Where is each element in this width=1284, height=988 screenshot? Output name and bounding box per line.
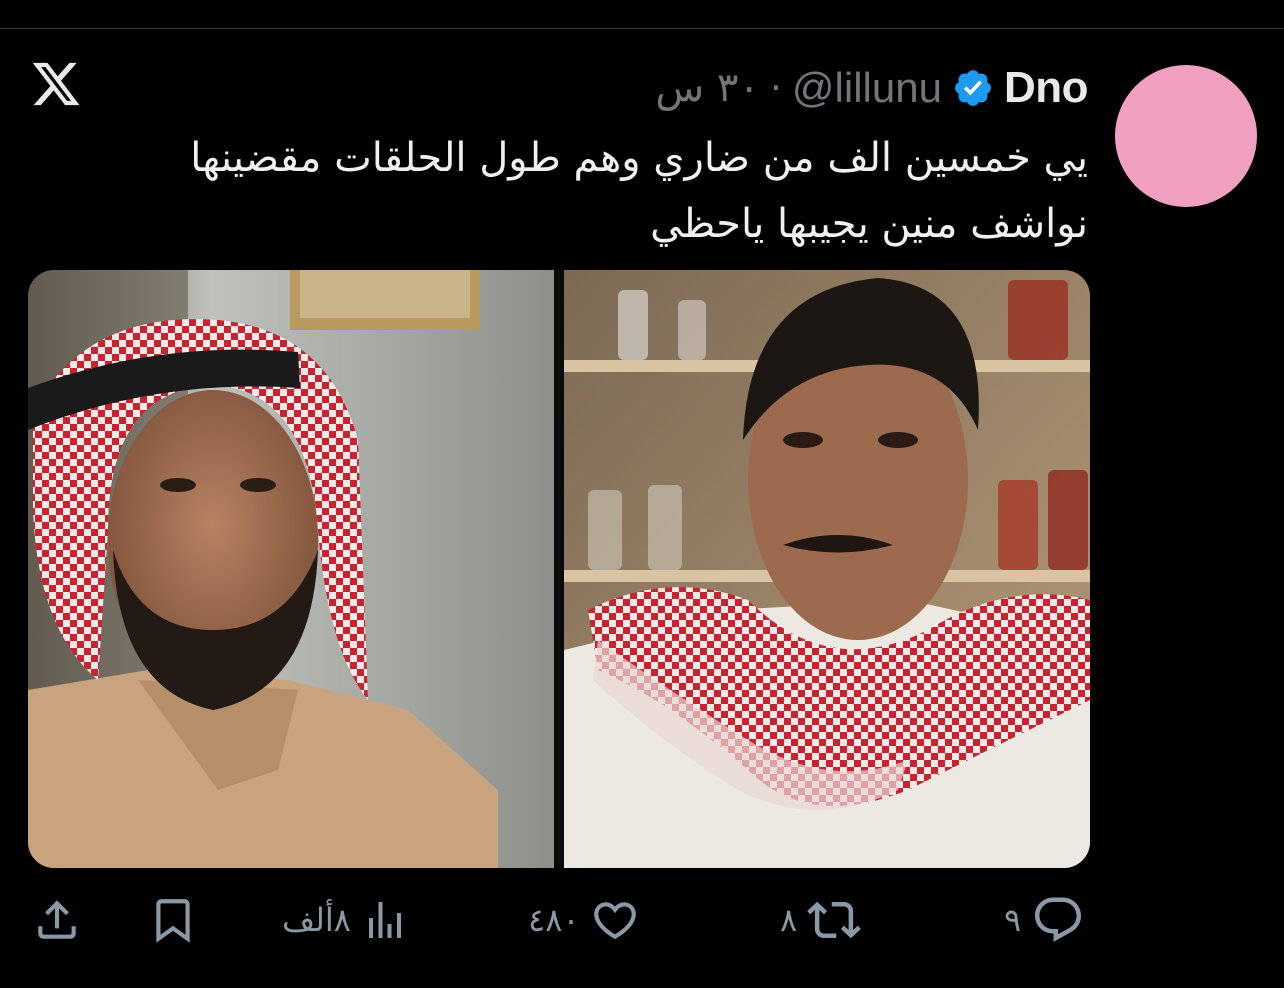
views-count: ٨ألف [282, 901, 351, 939]
display-name[interactable]: Dno [1004, 63, 1089, 113]
share-button[interactable] [32, 880, 82, 960]
x-logo-icon[interactable] [30, 58, 82, 110]
right-still [564, 270, 1090, 868]
separator: · [769, 66, 782, 110]
reply-button[interactable]: ٩ [1004, 880, 1085, 960]
tweet-text-line-2: نواشف منين يجيبها ياحظي [650, 201, 1088, 247]
left-still [28, 270, 554, 868]
retweet-count: ٨ [780, 901, 798, 939]
verified-badge-icon [955, 70, 991, 106]
retweet-icon [807, 901, 862, 939]
tweet-text: يي خمسين الف من ضاري وهم طول الحلقات مقض… [78, 125, 1088, 257]
tweet-media[interactable] [28, 270, 1090, 868]
tweet-text-line-1: يي خمسين الف من ضاري وهم طول الحلقات مقض… [190, 135, 1088, 181]
views-icon [368, 902, 401, 938]
views-button[interactable]: ٨ألف [282, 880, 409, 960]
reply-icon [1035, 897, 1082, 942]
heart-icon [593, 902, 636, 940]
tweet-screenshot: Dno @lillunu · ٣٠ س يي خمسين الف من ضاري… [0, 0, 1284, 988]
top-divider [0, 28, 1284, 29]
reply-count: ٩ [1004, 901, 1022, 939]
like-count: ٤٨٠ [528, 901, 580, 939]
handle[interactable]: @lillunu [792, 64, 942, 112]
retweet-button[interactable]: ٨ [780, 880, 862, 960]
action-bar: ٨ألف ٤٨٠ ٨ ٩ [0, 880, 1284, 960]
bookmark-button[interactable] [148, 880, 198, 960]
share-icon [38, 900, 76, 939]
timestamp[interactable]: ٣٠ س [655, 65, 760, 111]
bookmark-icon [156, 899, 190, 943]
avatar[interactable] [1115, 65, 1257, 207]
like-button[interactable]: ٤٨٠ [528, 880, 640, 960]
tweet-header: Dno @lillunu · ٣٠ س [655, 58, 1088, 118]
